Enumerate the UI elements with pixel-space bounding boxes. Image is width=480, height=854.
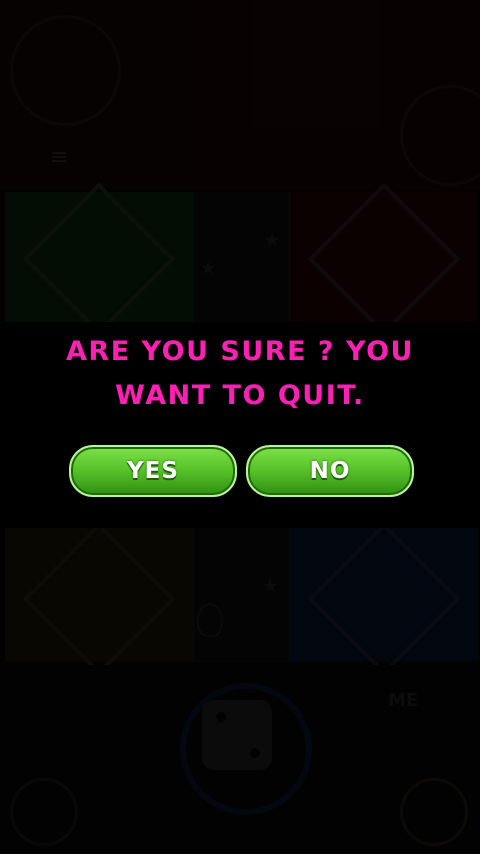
quit-dialog: ARE YOU SURE ? YOU WANT TO QUIT. YES NO [0, 322, 480, 528]
no-button-label: NO [309, 458, 351, 484]
dialog-message-line2: WANT TO QUIT. [115, 380, 365, 411]
game-screen: ≡ ★ ★ ★ ME ARE YOU SURE ? YOU WANT TO QU… [0, 0, 480, 854]
yes-button[interactable]: YES [69, 445, 237, 497]
dialog-message-line1: ARE YOU SURE ? YOU [66, 336, 414, 367]
no-button[interactable]: NO [246, 445, 414, 497]
yes-button-label: YES [127, 458, 179, 484]
